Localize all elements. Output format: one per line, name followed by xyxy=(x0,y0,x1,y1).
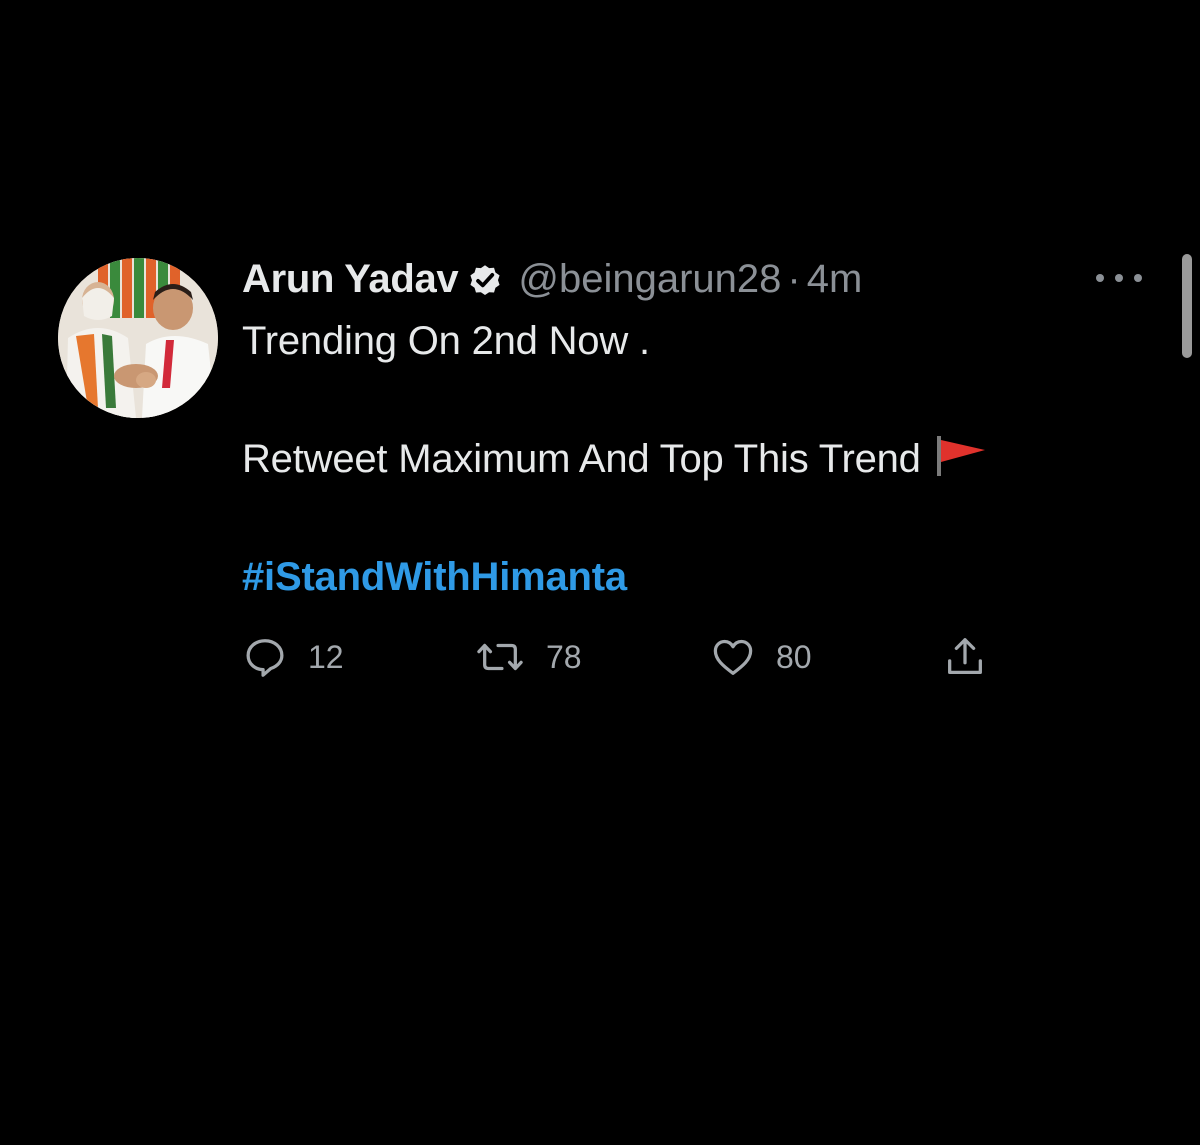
share-icon xyxy=(948,638,982,674)
separator-dot: · xyxy=(787,256,801,301)
retweet-icon xyxy=(477,643,523,671)
verified-badge-icon xyxy=(466,261,504,299)
tweet[interactable]: Arun Yadav @beingarun28 · 4m Trending On… xyxy=(58,250,1158,700)
tweet-content: Arun Yadav @beingarun28 · 4m Trending On… xyxy=(242,250,1142,606)
line-break xyxy=(242,488,1142,548)
reply-icon xyxy=(246,639,284,677)
tweet-text-line-1: Trending On 2nd Now . xyxy=(242,319,650,363)
share-button[interactable] xyxy=(942,632,988,682)
tweet-text-line-2: Retweet Maximum And Top This Trend xyxy=(242,430,1142,488)
user-handle[interactable]: @beingarun28 xyxy=(518,257,781,302)
heart-icon xyxy=(713,639,753,675)
hashtag-link[interactable]: #iStandWithHimanta xyxy=(242,548,1142,606)
like-count: 80 xyxy=(776,638,812,675)
avatar-photo xyxy=(58,258,218,418)
tweet-header: Arun Yadav @beingarun28 · 4m xyxy=(242,250,1142,308)
scrollbar[interactable] xyxy=(1182,254,1192,358)
retweet-count: 78 xyxy=(546,638,582,675)
like-button[interactable]: 80 xyxy=(710,632,812,682)
reply-button[interactable]: 12 xyxy=(242,632,344,682)
more-options-icon[interactable] xyxy=(1096,268,1142,288)
more-dot xyxy=(1115,274,1123,282)
reply-count: 12 xyxy=(308,638,344,675)
red-triangular-flag-icon xyxy=(933,434,987,476)
line-break xyxy=(242,370,1142,430)
retweet-button[interactable]: 78 xyxy=(474,632,582,682)
tweet-text-line-2-text: Retweet Maximum And Top This Trend xyxy=(242,437,921,481)
display-name[interactable]: Arun Yadav xyxy=(242,257,459,302)
tweet-timestamp[interactable]: 4m xyxy=(807,257,863,302)
more-dot xyxy=(1134,274,1142,282)
more-dot xyxy=(1096,274,1104,282)
tweet-actions: 12 78 80 xyxy=(242,632,1042,682)
avatar[interactable] xyxy=(58,258,218,418)
